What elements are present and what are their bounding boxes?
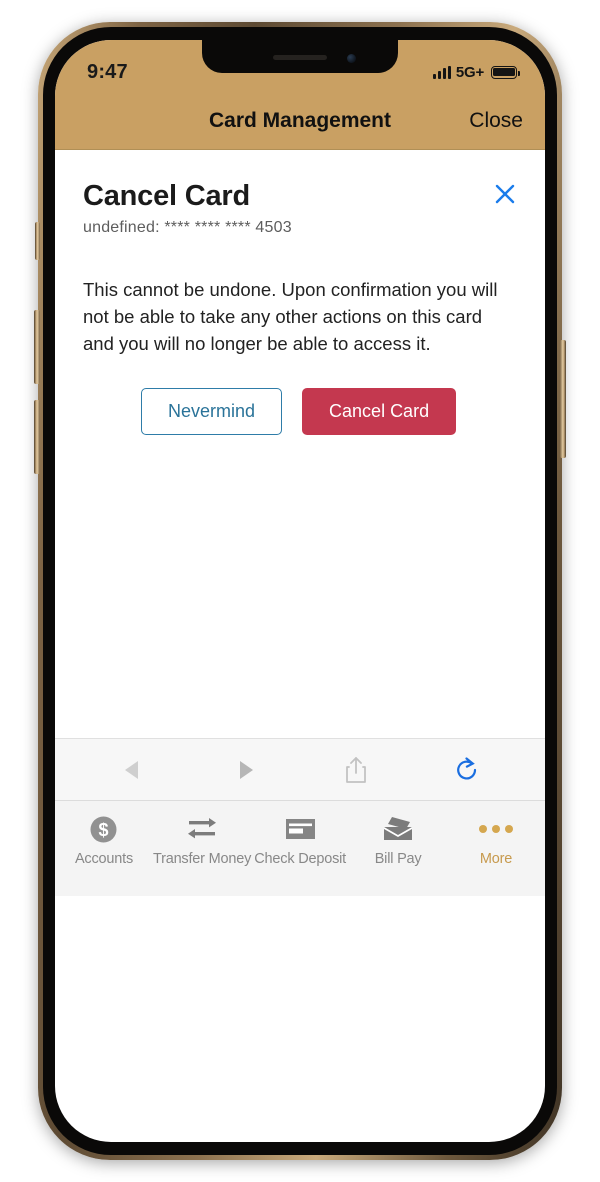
tab-check-deposit[interactable]: Check Deposit [251, 814, 349, 867]
share-icon[interactable] [326, 747, 386, 793]
close-button[interactable]: Close [469, 109, 523, 133]
status-indicators: 5G+ [432, 63, 520, 81]
tab-label: Transfer Money [152, 851, 252, 867]
back-icon[interactable] [103, 747, 163, 793]
more-dots-icon [479, 814, 514, 844]
power-button[interactable] [560, 340, 566, 458]
dollar-circle-icon: $ [89, 814, 118, 844]
network-label: 5G+ [455, 63, 484, 81]
phone-frame: 9:47 5G+ Card Management Close Cancel Ca… [34, 22, 566, 1160]
phone-screen: 9:47 5G+ Card Management Close Cancel Ca… [55, 40, 545, 1142]
close-x-icon[interactable] [493, 182, 517, 206]
phone-bezel: 9:47 5G+ Card Management Close Cancel Ca… [43, 27, 557, 1155]
envelope-icon [382, 814, 414, 844]
notch [202, 40, 398, 73]
tab-accounts[interactable]: $ Accounts [55, 814, 153, 867]
tab-transfer-money[interactable]: Transfer Money [153, 814, 251, 867]
speaker-grille-icon [273, 55, 327, 60]
modal-title: Cancel Card [83, 180, 251, 212]
signal-bars-icon [432, 65, 451, 79]
page-content: Cancel Card undefined: **** **** **** 45… [55, 150, 545, 896]
nav-header: Card Management Close [55, 92, 545, 150]
transfer-arrows-icon [185, 814, 219, 844]
card-number-subtitle: undefined: **** **** **** 4503 [83, 219, 292, 237]
tab-more[interactable]: More [447, 814, 545, 867]
volume-up-button[interactable] [34, 310, 40, 384]
silent-switch-button[interactable] [35, 222, 40, 260]
tab-bill-pay[interactable]: Bill Pay [349, 814, 447, 867]
tab-label: Check Deposit [254, 851, 346, 867]
tab-label: Accounts [74, 851, 133, 867]
tab-bar: $ Accounts Transfer Money Check Deposit … [55, 800, 545, 896]
forward-icon[interactable] [214, 747, 274, 793]
nevermind-button[interactable]: Nevermind [141, 387, 283, 435]
svg-text:$: $ [99, 820, 109, 840]
reload-icon[interactable] [437, 747, 497, 793]
check-card-icon [285, 814, 316, 844]
modal-header: Cancel Card undefined: **** **** **** 45… [83, 180, 517, 237]
battery-full-icon [491, 65, 520, 79]
status-time: 9:47 [87, 60, 128, 83]
front-camera-icon [347, 54, 356, 63]
modal-actions: Nevermind Cancel Card [83, 387, 517, 435]
cancel-card-button[interactable]: Cancel Card [302, 387, 457, 435]
page-title: Card Management [208, 108, 392, 132]
tab-label: Bill Pay [374, 851, 422, 867]
modal-body-text: This cannot be undone. Upon confirmation… [83, 279, 498, 354]
browser-toolbar [55, 738, 545, 800]
tab-label: More [479, 851, 513, 867]
volume-down-button[interactable] [34, 400, 40, 474]
